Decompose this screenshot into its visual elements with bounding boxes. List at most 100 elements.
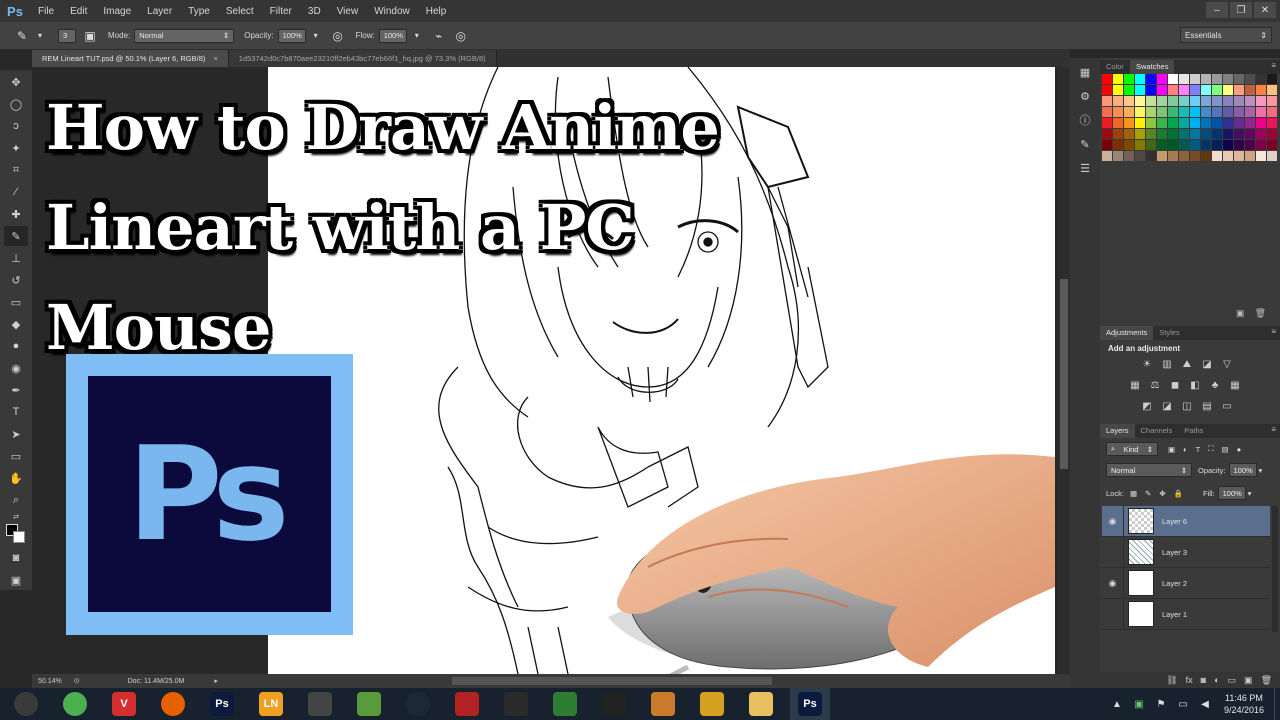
swatch[interactable] [1223, 129, 1233, 139]
taskbar-game[interactable] [349, 688, 389, 720]
brush-tool-icon[interactable]: ✎ [4, 226, 28, 246]
swatch[interactable] [1124, 74, 1134, 84]
taskbar-steam[interactable] [398, 688, 438, 720]
swatch[interactable] [1113, 85, 1123, 95]
swatch[interactable] [1102, 129, 1112, 139]
visibility-eye-icon[interactable]: ◉ [1102, 505, 1124, 537]
swatch[interactable] [1212, 118, 1222, 128]
layer-row[interactable]: ◉ Layer 6 [1102, 505, 1270, 537]
swatch[interactable] [1179, 151, 1189, 161]
layer-name[interactable]: Layer 1 [1162, 610, 1187, 619]
layer-thumbnail[interactable] [1128, 508, 1154, 534]
lock-image-icon[interactable]: ✎ [1145, 489, 1151, 498]
swatch[interactable] [1135, 74, 1145, 84]
taskbar-photoshop-a[interactable]: Ps [202, 688, 242, 720]
background-color[interactable] [13, 531, 25, 543]
swatch[interactable] [1212, 85, 1222, 95]
close-button[interactable]: ✕ [1254, 2, 1276, 18]
swatch[interactable] [1267, 96, 1277, 106]
filter-adjust-icon[interactable]: ◐ [1183, 445, 1188, 454]
swatch[interactable] [1267, 140, 1277, 150]
properties-icon[interactable]: ⚙ [1074, 86, 1096, 106]
menu-3d[interactable]: 3D [300, 6, 329, 17]
swatch[interactable] [1135, 129, 1145, 139]
swatch[interactable] [1201, 129, 1211, 139]
layer-name[interactable]: Layer 2 [1162, 579, 1187, 588]
balance-icon[interactable]: ⚖ [1148, 379, 1162, 391]
panel-menu-icon[interactable]: ≡ [1271, 61, 1276, 70]
swatch[interactable] [1245, 151, 1255, 161]
screen-mode-icon[interactable]: ▣ [4, 570, 28, 590]
filter-type-icon[interactable]: T [1196, 445, 1201, 454]
swatch[interactable] [1124, 129, 1134, 139]
taskbar-photoshop-b[interactable]: Ps [790, 688, 830, 720]
swatch[interactable] [1245, 140, 1255, 150]
swatch[interactable] [1135, 151, 1145, 161]
swatch[interactable] [1201, 96, 1211, 106]
link-layers-icon[interactable]: ⛓ [1166, 675, 1177, 686]
swatch[interactable] [1245, 118, 1255, 128]
swatch[interactable] [1234, 118, 1244, 128]
restore-button[interactable]: ❐ [1230, 2, 1252, 18]
vibrance-icon[interactable]: ▽ [1220, 358, 1234, 370]
swatch[interactable] [1146, 118, 1156, 128]
photo-filter-icon[interactable]: ◧ [1188, 379, 1202, 391]
shape-tool-icon[interactable]: ▭ [4, 446, 28, 466]
levels-icon[interactable]: ▥ [1160, 358, 1174, 370]
swatch[interactable] [1201, 118, 1211, 128]
layer-opacity-field[interactable]: 100% [1228, 463, 1257, 477]
swatch[interactable] [1157, 129, 1167, 139]
swatch[interactable] [1212, 140, 1222, 150]
doc-tab-rem-lineart[interactable]: REM Lineart TUT.psd @ 50.1% (Layer 6, RG… [32, 50, 229, 67]
trash-icon[interactable]: 🗑 [1255, 308, 1266, 322]
lock-transparent-icon[interactable]: ▦ [1130, 489, 1137, 498]
swatch[interactable] [1190, 107, 1200, 117]
swatch[interactable] [1124, 118, 1134, 128]
swatch[interactable] [1234, 74, 1244, 84]
layer-row[interactable]: Layer 3 [1102, 536, 1270, 568]
swatch[interactable] [1113, 74, 1123, 84]
tab-swatches[interactable]: Swatches [1129, 60, 1175, 74]
taskbar-paint[interactable] [643, 688, 683, 720]
swatch[interactable] [1124, 85, 1134, 95]
swatch[interactable] [1234, 140, 1244, 150]
swatch[interactable] [1267, 118, 1277, 128]
lasso-tool-icon[interactable]: ↄ [4, 116, 28, 136]
taskbar-unity[interactable] [300, 688, 340, 720]
swatch[interactable] [1190, 151, 1200, 161]
swatch[interactable] [1102, 85, 1112, 95]
history-brush-tool-icon[interactable]: ↺ [4, 270, 28, 290]
swatch[interactable] [1168, 118, 1178, 128]
tab-styles[interactable]: Styles [1153, 326, 1185, 340]
swatch[interactable] [1201, 74, 1211, 84]
swatch[interactable] [1190, 129, 1200, 139]
swatch[interactable] [1102, 74, 1112, 84]
pressure-size-icon[interactable]: ◎ [453, 28, 469, 44]
invert-icon[interactable]: ◩ [1140, 400, 1154, 412]
swatch[interactable] [1135, 107, 1145, 117]
swatch[interactable] [1190, 140, 1200, 150]
swatch[interactable] [1190, 85, 1200, 95]
layer-name[interactable]: Layer 3 [1162, 548, 1187, 557]
chevron-down-icon[interactable]: ▾ [1248, 489, 1252, 498]
swatch[interactable] [1234, 85, 1244, 95]
menu-file[interactable]: File [30, 6, 62, 17]
swatch[interactable] [1179, 118, 1189, 128]
new-adjustment-icon[interactable]: ◐ [1214, 675, 1219, 685]
chevron-down-icon[interactable]: ▾ [308, 28, 324, 44]
dodge-tool-icon[interactable]: ◉ [4, 358, 28, 378]
swatch[interactable] [1146, 151, 1156, 161]
brush-panel-icon[interactable]: ▣ [82, 28, 98, 44]
status-arrow-icon[interactable]: ▸ [214, 677, 218, 685]
tab-layers[interactable]: Layers [1100, 424, 1135, 438]
swatch[interactable] [1212, 96, 1222, 106]
swatch[interactable] [1245, 107, 1255, 117]
selective-color-icon[interactable]: ▭ [1220, 400, 1234, 412]
swatch[interactable] [1256, 96, 1266, 106]
status-options-icon[interactable]: ⊙ [74, 677, 80, 685]
swatch[interactable] [1157, 85, 1167, 95]
swatch[interactable] [1234, 96, 1244, 106]
swatch[interactable] [1113, 96, 1123, 106]
doc-tab-reference[interactable]: 1d53742d0c7b870aee23210ff2eb43bc77eb66f1… [228, 50, 497, 67]
show-desktop-button[interactable] [1274, 688, 1280, 720]
